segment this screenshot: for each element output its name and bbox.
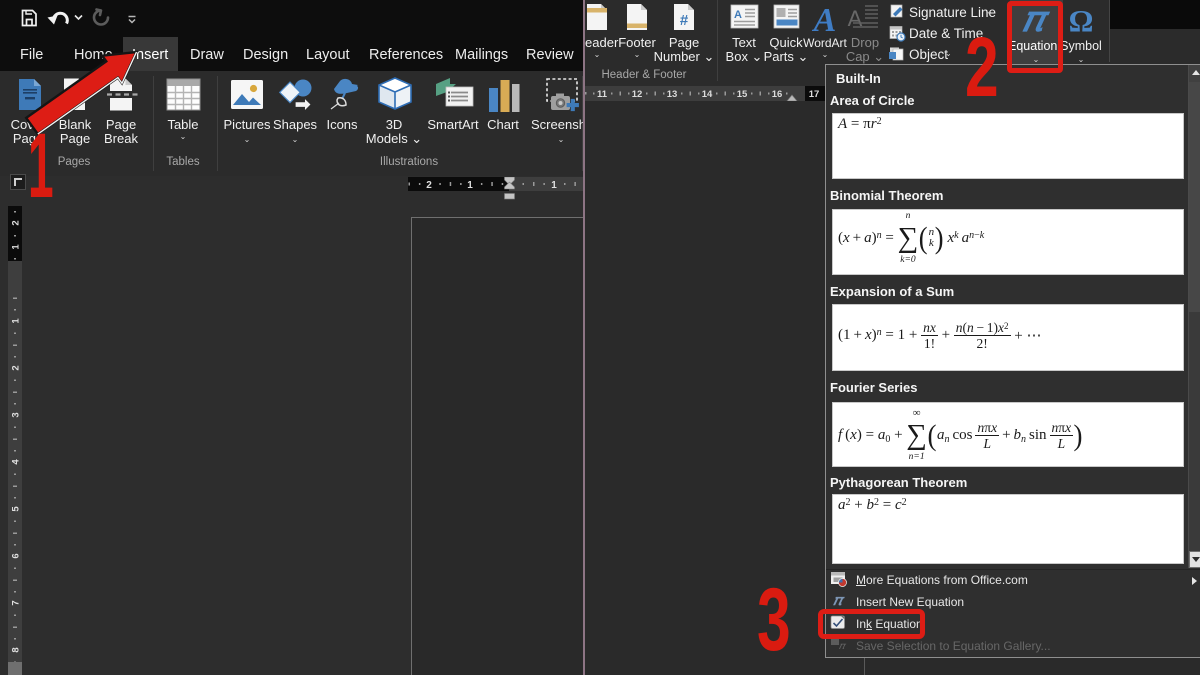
svg-text:A: A (812, 2, 837, 39)
svg-text:1: 1 (11, 244, 22, 250)
svg-text:12: 12 (632, 89, 643, 100)
svg-text:2: 2 (11, 365, 22, 370)
svg-text:16: 16 (772, 89, 783, 100)
svg-text:Ω: Ω (1069, 3, 1094, 38)
svg-text:1: 1 (551, 180, 557, 191)
svg-text:5: 5 (11, 506, 22, 512)
svg-text:15: 15 (737, 89, 748, 100)
svg-text:#: # (680, 12, 689, 29)
svg-text:11: 11 (597, 89, 608, 100)
svg-text:14: 14 (702, 89, 713, 100)
svg-text:8: 8 (11, 647, 22, 652)
svg-text:1: 1 (467, 180, 473, 191)
svg-text:𝜋: 𝜋 (839, 641, 847, 652)
svg-text:1: 1 (11, 318, 22, 324)
svg-text:13: 13 (667, 89, 678, 100)
svg-text:3: 3 (11, 412, 22, 417)
svg-text:A: A (734, 9, 742, 21)
svg-text:2: 2 (11, 220, 22, 225)
svg-text:2: 2 (426, 180, 432, 191)
svg-text:4: 4 (11, 459, 22, 465)
svg-text:17: 17 (809, 89, 820, 100)
svg-text:7: 7 (11, 600, 22, 605)
svg-text:6: 6 (11, 553, 22, 558)
svg-text:𝜋: 𝜋 (833, 593, 846, 609)
